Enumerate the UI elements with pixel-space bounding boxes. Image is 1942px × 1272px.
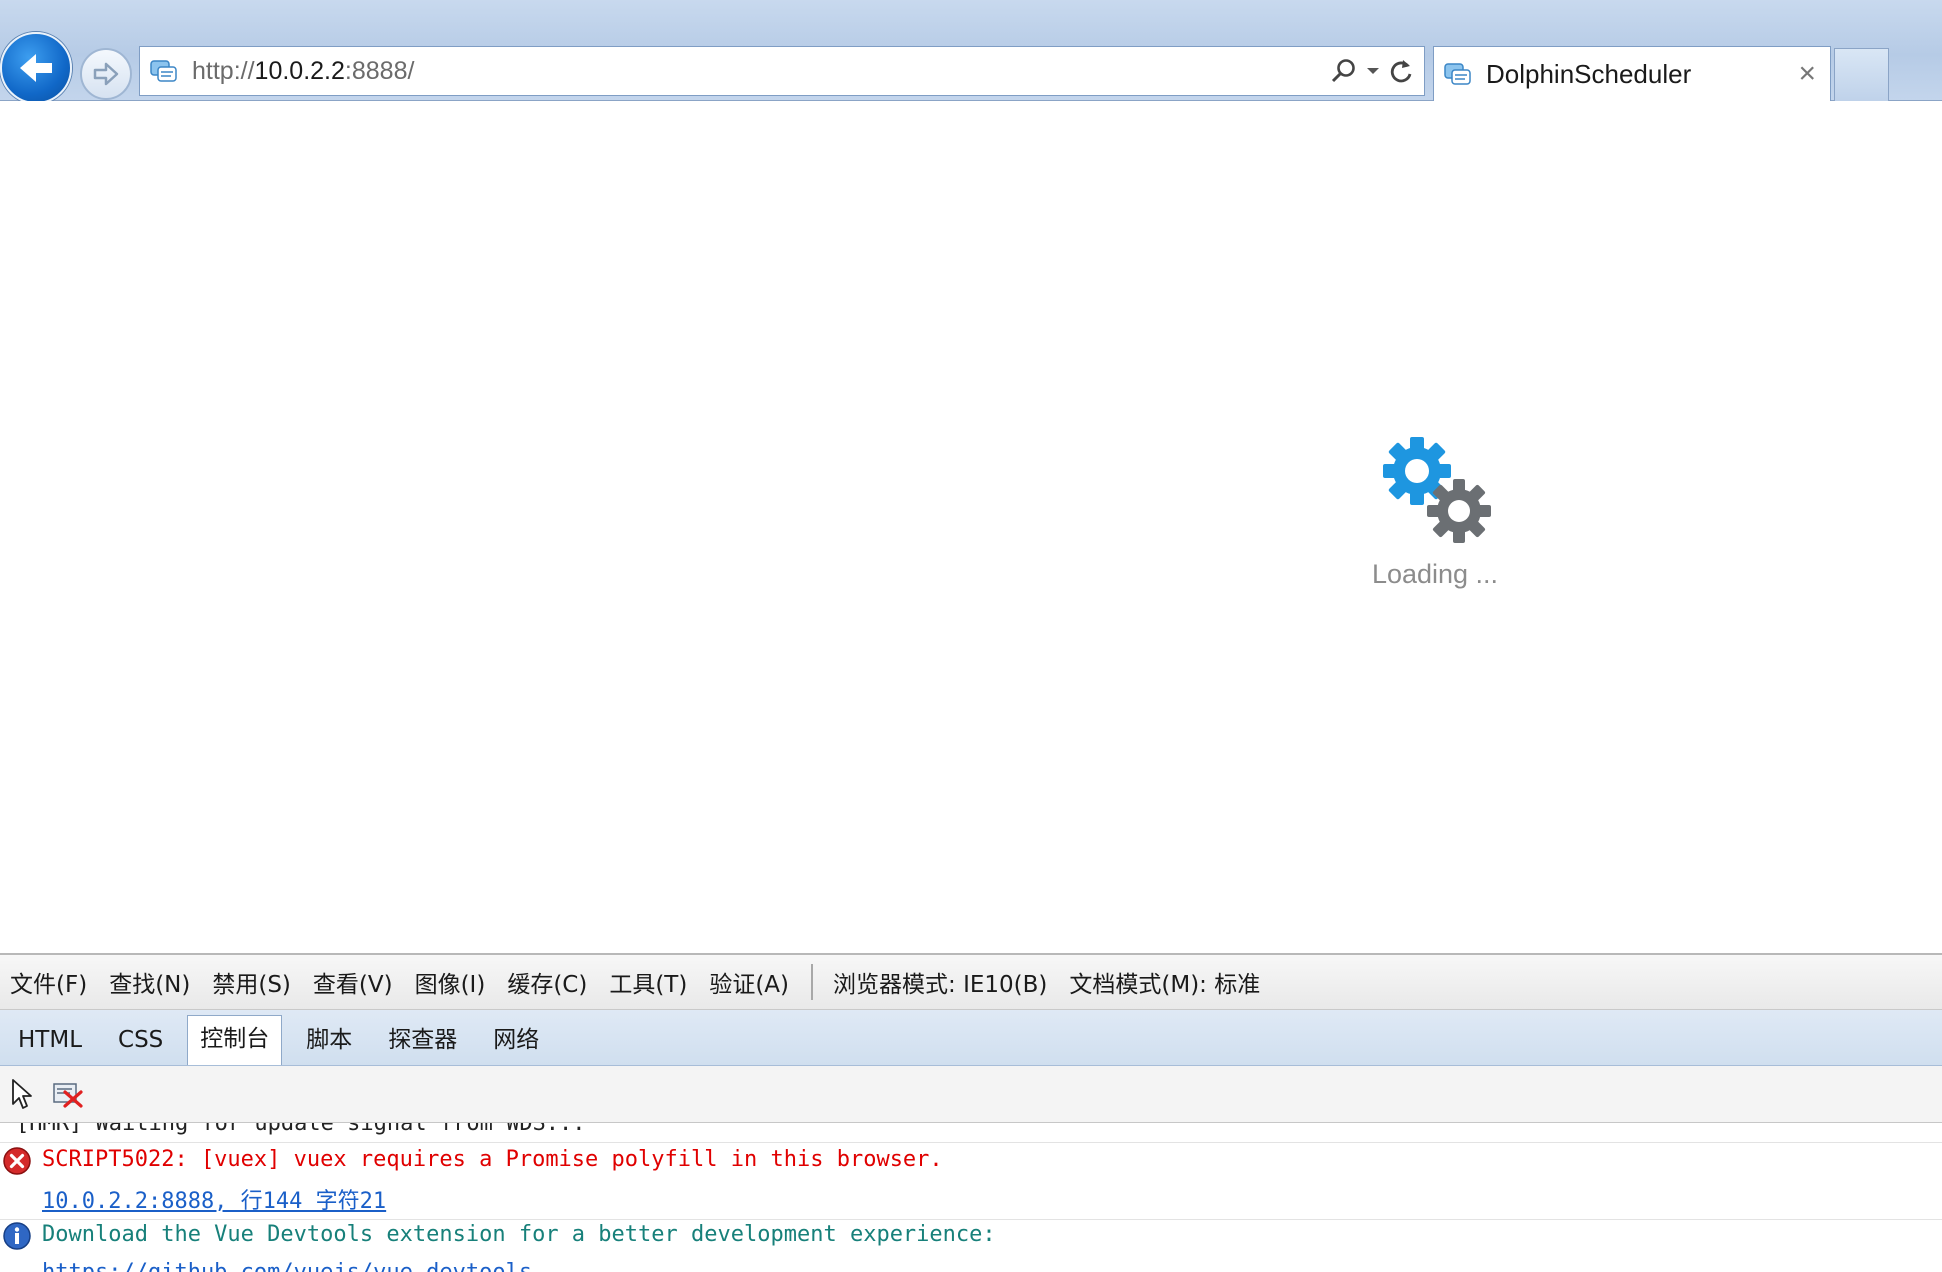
tab-title: DolphinScheduler (1486, 58, 1692, 89)
info-icon (2, 1221, 32, 1257)
console-output: [HMR] Waiting for update signal from WDS… (0, 1123, 1942, 1272)
menu-tools[interactable]: 工具(T) (609, 965, 687, 999)
forward-button[interactable] (80, 48, 132, 100)
menu-find[interactable]: 查找(N) (109, 965, 190, 999)
tab-console[interactable]: 控制台 (187, 1015, 283, 1065)
tab-html[interactable]: HTML (6, 1017, 94, 1065)
address-tools (1330, 57, 1414, 85)
site-favicon-icon (146, 56, 182, 86)
clear-console-icon[interactable] (52, 1080, 84, 1108)
console-error-message: SCRIPT5022: [vuex] vuex requires a Promi… (42, 1147, 943, 1172)
address-host: 10.0.2.2 (254, 56, 345, 85)
back-button[interactable] (0, 32, 72, 104)
arrow-left-icon (20, 54, 52, 82)
tab-profiler[interactable]: 探查器 (376, 1017, 469, 1065)
menu-cache[interactable]: 缓存(C) (507, 965, 587, 999)
refresh-icon[interactable] (1388, 57, 1414, 85)
address-bar[interactable]: http://10.0.2.2:8888/ (139, 46, 1425, 96)
tab-script[interactable]: 脚本 (294, 1017, 364, 1065)
menu-separator (811, 964, 814, 1000)
menu-disable[interactable]: 禁用(S) (212, 965, 291, 999)
tab-network[interactable]: 网络 (481, 1017, 551, 1065)
document-mode-menu[interactable]: 文档模式(M): 标准 (1069, 965, 1260, 999)
select-element-cursor-icon[interactable] (10, 1078, 36, 1110)
devtools-tab-bar: HTML CSS 控制台 脚本 探查器 网络 (0, 1010, 1942, 1066)
developer-tools-panel: 文件(F) 查找(N) 禁用(S) 查看(V) 图像(I) 缓存(C) 工具(T… (0, 953, 1942, 1272)
search-icon[interactable] (1330, 57, 1358, 85)
dropdown-arrow-icon[interactable] (1366, 66, 1380, 76)
error-icon (2, 1146, 32, 1182)
arrow-right-icon (93, 62, 119, 86)
browser-tab[interactable]: DolphinScheduler × (1433, 46, 1831, 101)
tab-favicon-icon (1440, 59, 1476, 89)
page-content: Loading ... (0, 101, 1942, 953)
tab-css[interactable]: CSS (106, 1017, 175, 1065)
menu-images[interactable]: 图像(I) (415, 965, 486, 999)
menu-view[interactable]: 查看(V) (313, 965, 393, 999)
console-error-location-link[interactable]: 10.0.2.2:8888, 行144 字符21 (42, 1183, 386, 1215)
address-port-path: :8888/ (344, 56, 415, 85)
address-url[interactable]: http://10.0.2.2:8888/ (192, 57, 1330, 86)
new-tab-button[interactable] (1834, 48, 1889, 101)
devtools-menu-bar: 文件(F) 查找(N) 禁用(S) 查看(V) 图像(I) 缓存(C) 工具(T… (0, 955, 1942, 1010)
console-toolbar (0, 1066, 1942, 1123)
console-info-message: Download the Vue Devtools extension for … (42, 1222, 996, 1247)
console-row-divider (0, 1142, 1942, 1143)
loading-gears-icon (1383, 437, 1491, 543)
console-info-url[interactable]: https://github.com/vuejs/vue-devtools (42, 1260, 532, 1272)
console-log-hmr: [HMR] Waiting for update signal from WDS… (16, 1123, 586, 1136)
menu-validate[interactable]: 验证(A) (709, 965, 789, 999)
loading-text: Loading ... (1371, 559, 1499, 589)
address-scheme: http:// (192, 56, 255, 85)
browser-mode-menu[interactable]: 浏览器模式: IE10(B) (833, 965, 1047, 999)
menu-file[interactable]: 文件(F) (10, 965, 87, 999)
browser-chrome: http://10.0.2.2:8888/ DolphinScheduler × (0, 0, 1942, 104)
tab-close-icon[interactable]: × (1798, 57, 1816, 91)
console-row-divider (0, 1219, 1942, 1220)
